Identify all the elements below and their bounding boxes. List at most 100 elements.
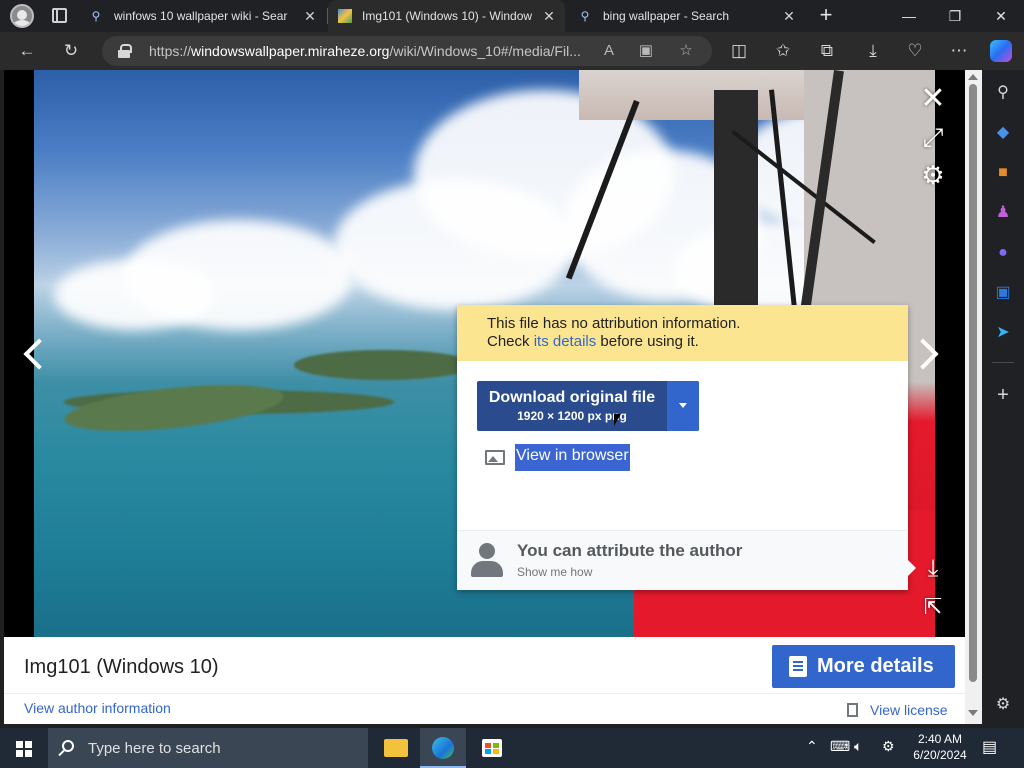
app-available-icon[interactable]: ▣ (636, 41, 656, 61)
restore-button[interactable]: ❐ (932, 0, 978, 32)
sidebar-settings-gear-icon[interactable]: ⚙ (992, 694, 1014, 716)
show-hidden-icons-chevron-icon[interactable]: ⌃ (806, 738, 818, 755)
media-viewer: ✕ ⤢ ⚙ ⤓ ⇱ This file has no attribution i… (4, 70, 965, 637)
person-icon (471, 543, 503, 579)
downloads-icon[interactable]: ⤓ (862, 40, 884, 62)
scroll-up-arrow-icon[interactable] (968, 74, 978, 80)
dialog-pointer (908, 560, 916, 576)
lock-icon[interactable] (118, 44, 132, 58)
microsoft-store-icon[interactable] (468, 728, 514, 768)
search-icon: ⚲ (91, 9, 101, 23)
file-explorer-icon[interactable] (372, 728, 418, 768)
warning-rest-text: before using it. (600, 333, 699, 350)
refresh-icon[interactable]: ↻ (60, 40, 82, 62)
favorite-star-icon[interactable]: ☆ (676, 41, 696, 61)
volume-muted-icon[interactable]: 🔈︎ (854, 738, 862, 755)
browser-essentials-icon[interactable]: ♡ (904, 40, 926, 62)
url-text[interactable]: https://windowswallpaper.miraheze.org/wi… (149, 43, 594, 59)
tab-title: bing wallpaper - Search (603, 9, 730, 23)
wiki-favicon-icon (338, 9, 352, 23)
attribution-warning: This file has no attribution information… (457, 305, 908, 361)
tools-briefcase-icon[interactable]: ■ (992, 162, 1014, 184)
close-tab-icon[interactable]: ✕ (302, 8, 318, 24)
divider (4, 693, 965, 694)
system-clock[interactable]: 2:40 AM 6/20/2024 (908, 731, 972, 763)
tab-title: Img101 (Windows 10) - Window (362, 9, 532, 23)
close-window-button[interactable]: ✕ (978, 0, 1024, 32)
view-author-link[interactable]: View author information (24, 700, 171, 716)
search-icon[interactable]: ⚲ (992, 82, 1014, 104)
warning-text: This file has no attribution information… (487, 315, 741, 332)
warning-check-text: Check (487, 333, 530, 350)
tab-img101[interactable]: Img101 (Windows 10) - Window ✕ (328, 0, 565, 32)
minimize-button[interactable]: — (886, 0, 932, 32)
copilot-sidebar-icon[interactable]: ● (992, 242, 1014, 264)
edge-sidebar: ⚲ ◆ ■ ♟ ● ▣ ➤ + ⚙ (982, 70, 1024, 728)
tab-separator (327, 8, 328, 24)
more-details-label: More details (817, 655, 934, 677)
download-icon[interactable]: ⤓ (916, 552, 950, 586)
back-arrow-icon[interactable]: ← (16, 40, 38, 62)
taskbar-search-box[interactable]: Type here to search (48, 728, 368, 768)
mouse-cursor-icon (614, 414, 621, 426)
previous-image-arrow-icon[interactable] (18, 335, 55, 375)
download-label: Download original file (488, 389, 656, 406)
settings-tray-icon[interactable]: ⚙ (882, 738, 895, 755)
its-details-link[interactable]: its details (534, 333, 597, 350)
windows-taskbar: Type here to search ⌃ ⌨ 🔈︎ ⚙ 2:40 AM 6/2… (0, 728, 1024, 768)
browser-toolbar: ← ↻ https://windowswallpaper.miraheze.or… (0, 32, 1024, 70)
page-scrollbar[interactable] (965, 70, 982, 724)
shopping-tag-icon[interactable]: ◆ (992, 122, 1014, 144)
browser-tab-bar: ⚲ winfows 10 wallpaper wiki - Sear ✕ Img… (0, 0, 1024, 32)
web-page: ✕ ⤢ ⚙ ⤓ ⇱ This file has no attribution i… (4, 70, 965, 724)
image-icon (485, 450, 505, 465)
profile-avatar-icon[interactable] (10, 4, 34, 28)
notifications-icon[interactable]: ▤ (982, 737, 997, 757)
games-icon[interactable]: ♟ (992, 202, 1014, 224)
copilot-icon[interactable] (990, 40, 1012, 62)
scrollbar-thumb[interactable] (969, 84, 977, 682)
license-icon (847, 703, 858, 717)
download-options-dropdown[interactable] (667, 381, 699, 431)
settings-gear-icon[interactable]: ⚙ (916, 158, 950, 192)
attribute-author-panel[interactable]: You can attribute the author Show me how (457, 530, 908, 590)
next-image-arrow-icon[interactable] (907, 335, 942, 375)
download-original-button[interactable]: Download original file 1920 × 1200 px pn… (477, 381, 699, 431)
outlook-icon[interactable]: ▣ (992, 282, 1014, 304)
read-aloud-icon[interactable]: A (599, 41, 619, 61)
view-in-browser-link[interactable]: View in browser (515, 444, 630, 471)
search-placeholder: Type here to search (88, 740, 221, 757)
document-icon (789, 656, 807, 677)
view-license-link[interactable]: View license (847, 702, 948, 718)
network-icon[interactable]: ⌨ (830, 738, 850, 755)
search-icon: ⚲ (580, 9, 590, 23)
show-me-how-link[interactable]: Show me how (517, 565, 592, 579)
split-screen-icon[interactable]: ◫ (728, 40, 750, 62)
attribute-title: You can attribute the author (517, 541, 743, 560)
address-bar[interactable]: https://windowswallpaper.miraheze.org/wi… (102, 36, 712, 66)
favorites-icon[interactable]: ✩ (772, 40, 794, 62)
tab-search-wiki[interactable]: ⚲ winfows 10 wallpaper wiki - Sear ✕ (88, 0, 326, 32)
windows-start-icon[interactable] (16, 741, 32, 757)
download-dialog: This file has no attribution information… (457, 305, 916, 590)
view-license-label: View license (870, 702, 948, 718)
close-tab-icon[interactable]: ✕ (541, 8, 557, 24)
collections-icon[interactable]: ⧉ (816, 40, 838, 62)
search-icon (62, 740, 74, 752)
file-title: Img101 (Windows 10) (24, 656, 219, 678)
tab-actions-icon[interactable] (52, 8, 67, 23)
close-viewer-icon[interactable]: ✕ (916, 82, 950, 116)
tab-bing-wallpaper[interactable]: ⚲ bing wallpaper - Search ✕ (567, 0, 805, 32)
edge-browser-icon[interactable] (420, 728, 466, 768)
more-details-button[interactable]: More details (772, 645, 955, 688)
download-size: 1920 × 1200 px png (517, 409, 627, 423)
scroll-down-arrow-icon[interactable] (968, 710, 978, 716)
fullscreen-icon[interactable]: ⤢ (916, 120, 950, 154)
clock-time: 2:40 AM (917, 732, 963, 746)
more-menu-icon[interactable]: ⋯ (948, 40, 970, 62)
add-sidebar-app-icon[interactable]: + (992, 384, 1014, 406)
share-icon[interactable]: ⇱ (916, 590, 950, 624)
new-tab-button[interactable]: + (814, 4, 838, 28)
close-tab-icon[interactable]: ✕ (781, 8, 797, 24)
telegram-icon[interactable]: ➤ (992, 322, 1014, 344)
